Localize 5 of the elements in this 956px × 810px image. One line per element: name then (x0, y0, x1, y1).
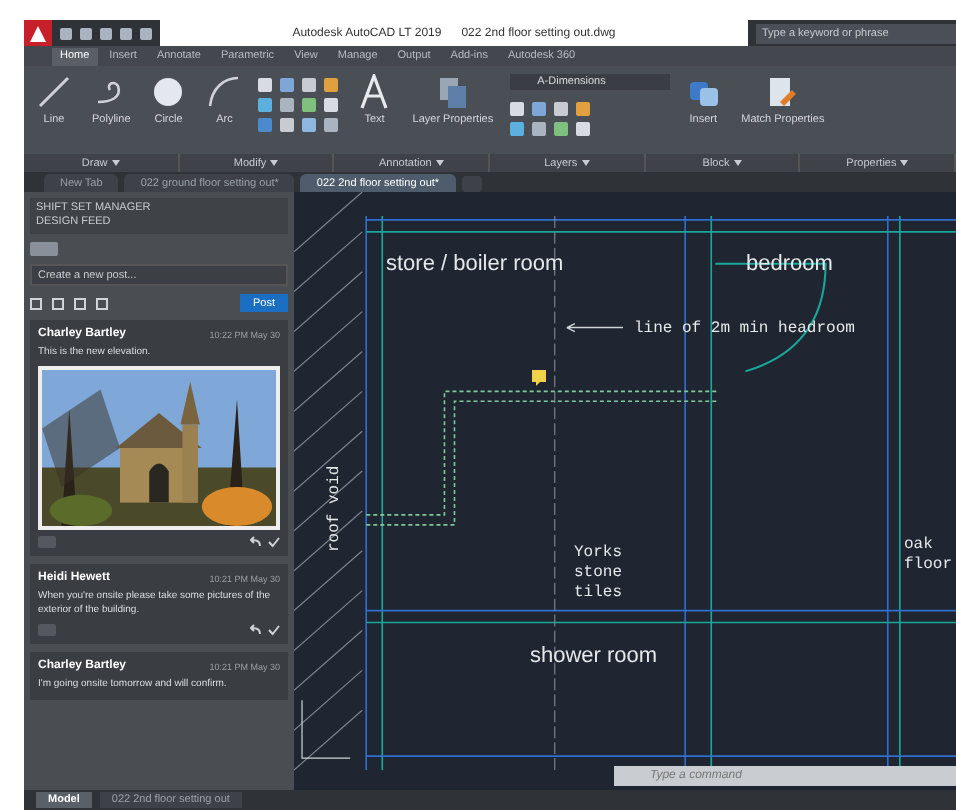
plan-label: roof void (326, 465, 344, 552)
plan-label: store / boiler room (386, 252, 564, 276)
plan-label: Yorks stone tiles (574, 544, 623, 604)
plan-label: oak floor (904, 536, 953, 576)
plan-label: shower room (530, 644, 658, 668)
